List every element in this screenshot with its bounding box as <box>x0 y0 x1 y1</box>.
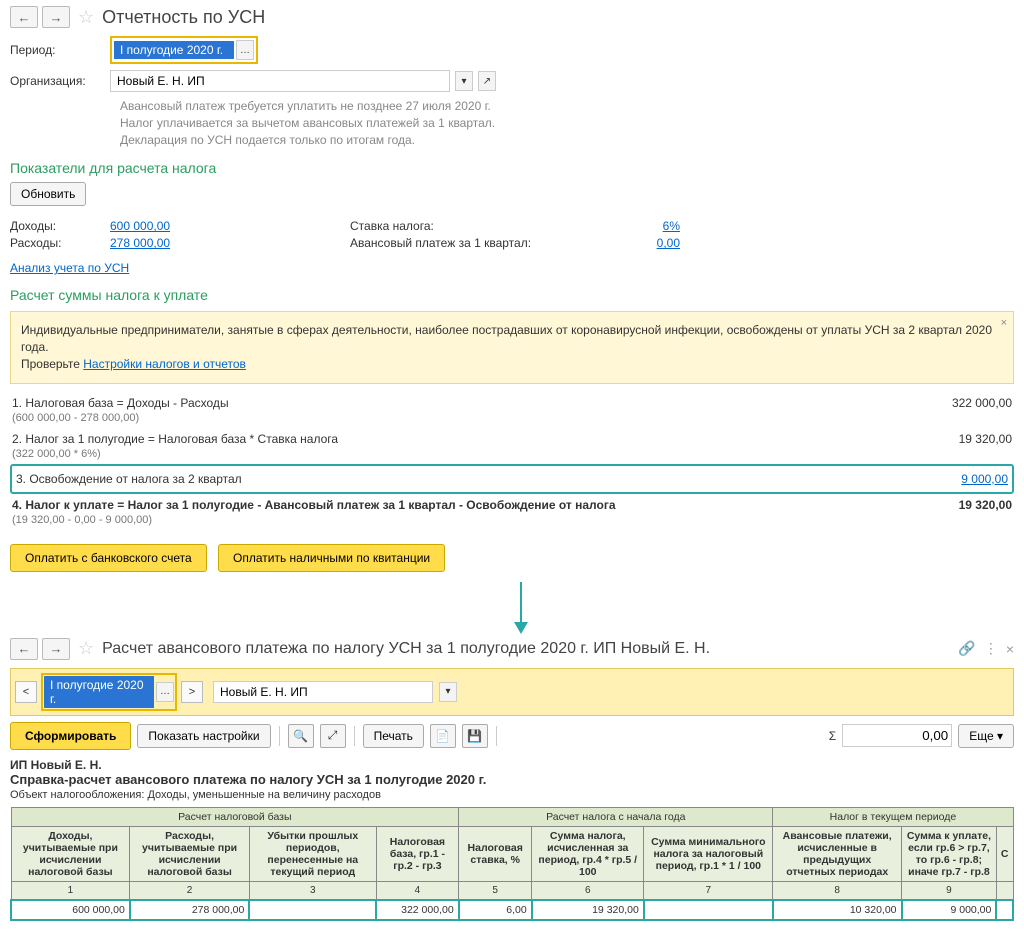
period-field[interactable]: I полугодие 2020 г. … <box>110 36 258 64</box>
favorite-icon[interactable]: ☆ <box>78 7 94 28</box>
attach-icon[interactable]: 🔗 <box>958 640 975 657</box>
close-icon[interactable]: × <box>1006 641 1014 657</box>
sum-icon: Σ <box>829 729 836 743</box>
back-button-2[interactable]: ← <box>10 638 38 660</box>
report-subtitle: Объект налогообложения: Доходы, уменьшен… <box>10 789 1014 801</box>
more-button[interactable]: Еще ▾ <box>958 724 1014 748</box>
advance-value[interactable]: 0,00 <box>580 236 680 250</box>
forward-button[interactable]: → <box>42 6 70 28</box>
page-title: Отчетность по УСН <box>102 7 265 28</box>
preview-icon[interactable]: 📄 <box>430 724 456 748</box>
menu-icon[interactable]: ⋮ <box>984 640 998 657</box>
calc-val-4: 19 320,00 <box>912 498 1012 512</box>
alert-box: × Индивидуальные предприниматели, заняты… <box>10 311 1014 383</box>
expense-value[interactable]: 278 000,00 <box>110 236 170 250</box>
calc-item-4: 4. Налог к уплате = Налог за 1 полугодие… <box>12 498 912 526</box>
back-button[interactable]: ← <box>10 6 38 28</box>
favorite-icon-2[interactable]: ☆ <box>78 638 94 659</box>
income-value[interactable]: 600 000,00 <box>110 219 170 233</box>
period-label: Период: <box>10 43 100 57</box>
report-title: Справка-расчет авансового платежа по нал… <box>10 772 1014 787</box>
info-text: Авансовый платеж требуется уплатить не п… <box>120 98 1014 148</box>
print-button[interactable]: Печать <box>363 724 424 748</box>
calc-val-3-link[interactable]: 9 000,00 <box>908 472 1008 486</box>
org-dropdown-icon-2[interactable]: ▾ <box>439 682 457 702</box>
section-indicators: Показатели для расчета налога <box>10 160 1014 176</box>
rate-value[interactable]: 6% <box>580 219 680 233</box>
alert-settings-link[interactable]: Настройки налогов и отчетов <box>83 357 246 371</box>
show-settings-button[interactable]: Показать настройки <box>137 724 270 748</box>
advance-label: Авансовый платеж за 1 квартал: <box>350 236 580 250</box>
period-select-icon-2[interactable]: … <box>156 682 174 702</box>
org-label: Организация: <box>10 74 100 88</box>
org-input[interactable] <box>110 70 450 92</box>
period-select-icon[interactable]: … <box>236 40 254 60</box>
rate-label: Ставка налога: <box>350 219 580 233</box>
period-prev-button[interactable]: < <box>15 681 37 703</box>
calc-item-3: 3. Освобождение от налога за 2 квартал <box>16 472 908 486</box>
calc-item-1: 1. Налоговая база = Доходы - Расходы (60… <box>12 396 912 424</box>
alert-close-icon[interactable]: × <box>1001 316 1007 331</box>
ip-name: ИП Новый Е. Н. <box>10 758 1014 772</box>
report-table: Расчет налоговой базы Расчет налога с на… <box>10 807 1014 921</box>
page-title-2: Расчет авансового платежа по налогу УСН … <box>102 640 710 658</box>
period-next-button[interactable]: > <box>181 681 203 703</box>
calc-val-2: 19 320,00 <box>912 432 1012 446</box>
table-row-highlighted[interactable]: 600 000,00278 000,00322 000,006,0019 320… <box>11 900 1013 920</box>
forward-button-2[interactable]: → <box>42 638 70 660</box>
expense-label: Расходы: <box>10 236 110 250</box>
save-icon[interactable]: 💾 <box>462 724 488 748</box>
search-icon[interactable]: 🔍 <box>288 724 314 748</box>
org-dropdown-icon[interactable]: ▾ <box>455 71 473 91</box>
org-open-icon[interactable]: ↗ <box>478 71 496 91</box>
pay-bank-button[interactable]: Оплатить с банковского счета <box>10 544 207 572</box>
analysis-link[interactable]: Анализ учета по УСН <box>10 261 129 275</box>
calc-val-1: 322 000,00 <box>912 396 1012 410</box>
sum-input[interactable] <box>842 724 952 747</box>
period-field-2[interactable]: I полугодие 2020 г. … <box>41 673 177 711</box>
section-calculation: Расчет суммы налога к уплате <box>10 287 1014 303</box>
org-input-2[interactable] <box>213 681 433 703</box>
refresh-button[interactable]: Обновить <box>10 182 86 206</box>
income-label: Доходы: <box>10 219 110 233</box>
expand-icon[interactable]: ⤢ <box>320 724 346 748</box>
pay-cash-button[interactable]: Оплатить наличными по квитанции <box>218 544 445 572</box>
form-button[interactable]: Сформировать <box>10 722 131 750</box>
calc-item-2: 2. Налог за 1 полугодие = Налоговая база… <box>12 432 912 460</box>
